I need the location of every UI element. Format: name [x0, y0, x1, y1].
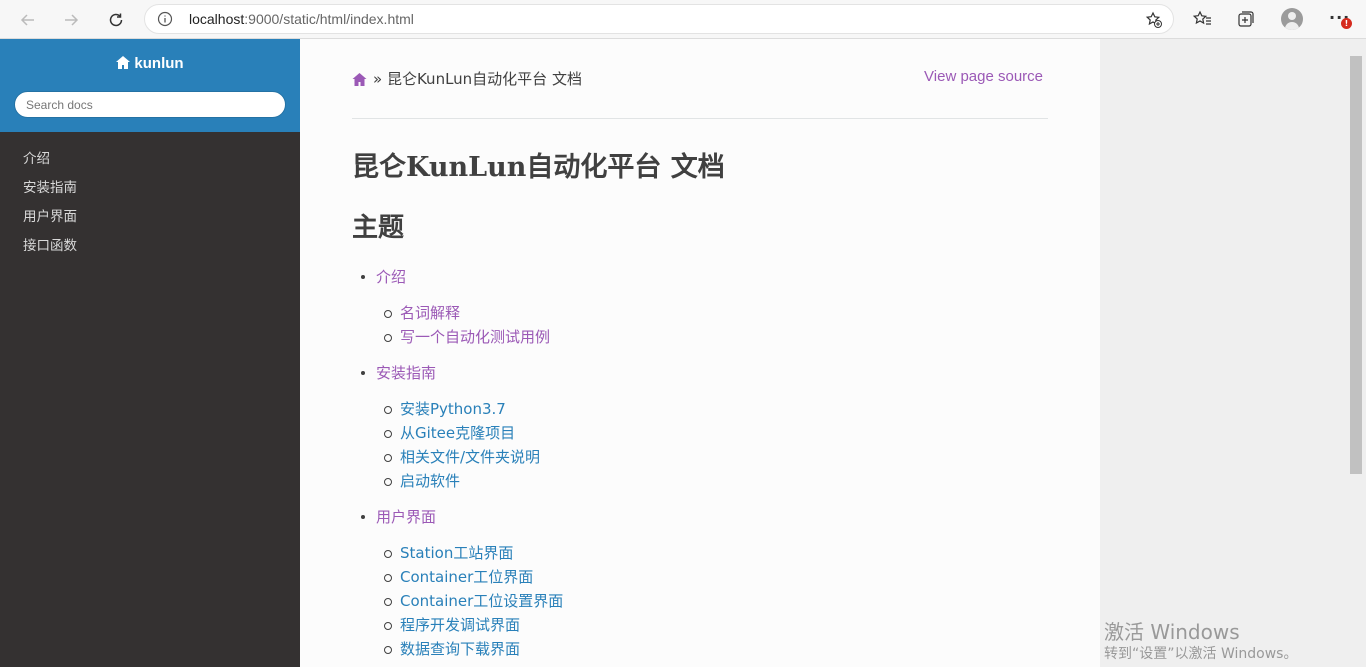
view-source-link[interactable]: View page source: [924, 68, 1043, 85]
sidebar-header: kunlun: [0, 39, 300, 132]
toc-subitem[interactable]: 相关文件/文件夹说明: [352, 445, 563, 469]
favorites-icon[interactable]: [1192, 9, 1212, 29]
back-button[interactable]: [14, 6, 42, 34]
scrollbar-thumb[interactable]: [1350, 56, 1362, 474]
toc-subitem[interactable]: 启动软件: [352, 469, 563, 493]
refresh-button[interactable]: [102, 6, 130, 34]
toc-subitem[interactable]: 从Gitee克隆项目: [352, 421, 563, 445]
brand-link[interactable]: kunlun: [0, 55, 300, 72]
activation-watermark-title: 激活 Windows: [1104, 620, 1240, 644]
toc-subitem[interactable]: 程序开发调试界面: [352, 613, 563, 637]
sidebar-menu: 介绍 安装指南 用户界面 接口函数: [0, 145, 300, 261]
brand-label: kunlun: [134, 55, 184, 72]
refresh-icon: [109, 13, 123, 27]
toc-subitem[interactable]: 安装Python3.7: [352, 397, 563, 421]
toc-sublist: 安装Python3.7 从Gitee克隆项目 相关文件/文件夹说明 启动软件: [352, 397, 563, 493]
toc-subitem[interactable]: Container工位设置界面: [352, 589, 563, 613]
page-title: 昆仑KunLun自动化平台 文档: [352, 152, 725, 183]
main-content: » 昆仑KunLun自动化平台 文档 View page source 昆仑Ku…: [300, 39, 1100, 667]
profile-avatar[interactable]: [1281, 8, 1303, 30]
alert-badge: !: [1341, 18, 1352, 29]
page-margin: [1100, 39, 1366, 667]
toc-item-ui[interactable]: 用户界面: [352, 505, 563, 529]
url-text: localhost:9000/static/html/index.html: [189, 11, 414, 27]
arrow-left-icon: [20, 14, 34, 26]
toc-subitem[interactable]: 写一个自动化测试用例: [352, 325, 563, 349]
breadcrumb-separator: »: [373, 70, 383, 88]
sidebar-item-api[interactable]: 接口函数: [0, 232, 300, 261]
sidebar-item-intro[interactable]: 介绍: [0, 145, 300, 174]
arrow-right-icon: [65, 14, 79, 26]
toc-sublist: 名词解释 写一个自动化测试用例: [352, 301, 563, 349]
info-icon[interactable]: [157, 11, 173, 27]
add-favorite-icon[interactable]: [1145, 11, 1163, 29]
address-bar[interactable]: localhost:9000/static/html/index.html: [144, 4, 1174, 34]
browser-toolbar: localhost:9000/static/html/index.html ··…: [0, 0, 1366, 39]
breadcrumb-current: 昆仑KunLun自动化平台 文档: [386, 70, 582, 88]
home-icon[interactable]: [352, 73, 367, 86]
section-title: 主题: [352, 213, 405, 243]
toc-item-intro[interactable]: 介绍: [352, 265, 563, 289]
sidebar-item-ui[interactable]: 用户界面: [0, 203, 300, 232]
forward-button[interactable]: [57, 6, 85, 34]
toc-item-install[interactable]: 安装指南: [352, 361, 563, 385]
breadcrumb: » 昆仑KunLun自动化平台 文档: [352, 68, 582, 89]
divider: [352, 118, 1048, 119]
toc-subitem[interactable]: Container工位界面: [352, 565, 563, 589]
sidebar: kunlun 介绍 安装指南 用户界面 接口函数: [0, 39, 300, 667]
toc-list: 介绍 名词解释 写一个自动化测试用例 安装指南 安装Python3.7 从Git…: [352, 265, 563, 667]
activation-watermark-hint: 转到“设置”以激活 Windows。: [1104, 646, 1298, 662]
search-input[interactable]: [14, 91, 286, 118]
collections-icon[interactable]: [1236, 9, 1256, 29]
home-icon: [116, 56, 131, 69]
sidebar-item-install[interactable]: 安装指南: [0, 174, 300, 203]
toc-subitem[interactable]: 名词解释: [352, 301, 563, 325]
toc-subitem[interactable]: 数据查询下载界面: [352, 637, 563, 661]
toc-subitem[interactable]: Station工站界面: [352, 541, 563, 565]
toc-sublist: Station工站界面 Container工位界面 Container工位设置界…: [352, 541, 563, 661]
